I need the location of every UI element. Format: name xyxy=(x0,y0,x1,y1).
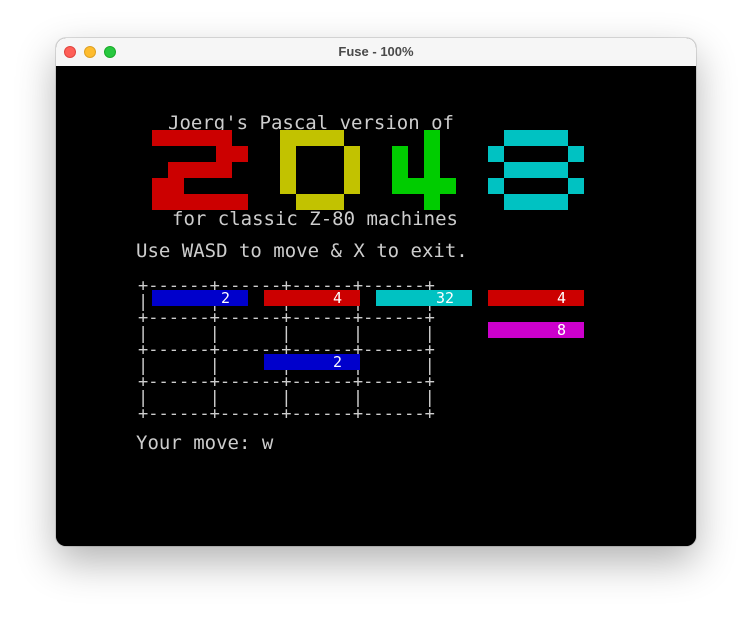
logo-block xyxy=(488,178,504,194)
tile-r1-c3: 32 xyxy=(376,290,472,306)
logo-block xyxy=(488,146,504,162)
instructions: Use WASD to move & X to exit. xyxy=(136,240,468,262)
tile-r4-c2 xyxy=(264,386,360,402)
tile-r2-c4: 8 xyxy=(488,322,584,338)
tile-r1-c2: 4 xyxy=(264,290,360,306)
tile-r1-c1: 2 xyxy=(152,290,248,306)
logo-block xyxy=(168,162,232,178)
logo-block xyxy=(504,130,568,146)
logo-block xyxy=(424,130,440,178)
logo-block xyxy=(392,146,408,178)
emulator-window: Fuse - 100% Joerg's Pascal version of fo… xyxy=(56,38,696,546)
logo-block xyxy=(504,162,568,178)
subtitle: for classic Z-80 machines xyxy=(172,208,458,230)
tile-r2-c1 xyxy=(152,322,248,338)
tile-r3-c2: 2 xyxy=(264,354,360,370)
logo-block xyxy=(392,178,456,194)
tile-r4-c4 xyxy=(488,386,584,402)
logo-block xyxy=(568,178,584,194)
window-title: Fuse - 100% xyxy=(338,44,414,59)
tile-r4-c3 xyxy=(376,386,472,402)
logo-block xyxy=(280,146,296,194)
move-prompt: Your move: w xyxy=(136,432,274,454)
logo-block xyxy=(216,146,248,162)
logo-block xyxy=(280,130,344,146)
tile-r3-c3 xyxy=(376,354,472,370)
logo-block xyxy=(152,178,184,194)
logo-block xyxy=(504,194,568,210)
tile-r2-c2 xyxy=(264,322,360,338)
emulator-screen[interactable]: Joerg's Pascal version of for classic Z-… xyxy=(56,66,696,546)
tile-r1-c4: 4 xyxy=(488,290,584,306)
tile-r3-c1 xyxy=(152,354,248,370)
title-bar: Fuse - 100% xyxy=(56,38,696,67)
logo-block xyxy=(568,146,584,162)
tile-r2-c3 xyxy=(376,322,472,338)
logo-block xyxy=(344,146,360,194)
tile-r4-c1 xyxy=(152,386,248,402)
tile-r3-c4 xyxy=(488,354,584,370)
logo-block xyxy=(152,130,232,146)
